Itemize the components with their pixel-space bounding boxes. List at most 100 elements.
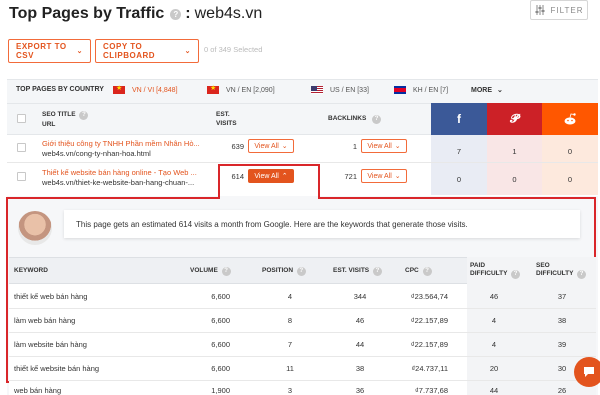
view-all-backlinks-button[interactable]: View All ⌄ (361, 139, 407, 153)
seo-difficulty-value: 39 (557, 340, 567, 349)
keyword-text[interactable]: thiết kế website bán hàng (14, 364, 99, 373)
volume-value: 6,600 (211, 292, 230, 301)
cpc-value: ₫7.737,68 (414, 386, 448, 395)
row-divider (9, 308, 596, 309)
copy-clipboard-button[interactable]: COPY TO CLIPBOARD ⌄ (95, 39, 199, 63)
volume-value: 6,600 (211, 316, 230, 325)
paid-difficulty-value: 46 (489, 292, 499, 301)
column-header-backlinks[interactable]: BACKLINKS ? (328, 114, 382, 124)
page-title-link[interactable]: Giới thiệu công ty TNHH Phần mềm Nhân Hò… (42, 139, 200, 148)
reddit-shares: 0 (542, 163, 598, 195)
vietnam-flag-icon (113, 84, 125, 94)
country-tab-vn-en[interactable]: VN / EN [2,090] (207, 84, 275, 94)
copy-clipboard-label: COPY TO CLIPBOARD (103, 42, 156, 60)
info-icon[interactable]: ? (372, 115, 382, 124)
cpc-value: ₫22.157,89 (410, 316, 448, 325)
page-header: Top Pages by Traffic ? : web4s.vn (9, 4, 262, 24)
page-url[interactable]: web4s.vn/thiet-ke-website-ban-hang-chuan… (42, 178, 194, 187)
country-tab-vn-vi[interactable]: VN / VI [4,848] (113, 84, 178, 94)
chat-widget-button[interactable] (574, 357, 600, 387)
keyword-text[interactable]: làm web bán hàng (14, 316, 75, 325)
column-header-seo-difficulty[interactable]: SEO DIFFICULTY ? (536, 262, 587, 279)
view-all-backlinks-button[interactable]: View All ⌄ (361, 169, 407, 183)
position-value: 8 (287, 316, 293, 325)
column-header-reddit[interactable] (542, 103, 598, 135)
column-header-seo-title[interactable]: SEO TITLE ? URL (42, 110, 89, 129)
row-divider (9, 380, 596, 381)
header-text: DIFFICULTY (536, 270, 574, 277)
chat-icon (584, 367, 594, 377)
info-icon[interactable]: ? (221, 267, 231, 276)
column-header-pinterest[interactable]: 𝓟 (487, 103, 542, 135)
info-icon[interactable]: ? (372, 267, 382, 276)
page-title: Top Pages by Traffic (9, 5, 165, 22)
country-tab-us-en[interactable]: US / EN [33] (311, 86, 369, 94)
chevron-down-icon: ⌄ (394, 143, 401, 150)
filter-label: FILTER (550, 5, 584, 15)
country-tab-label: VN / VI [4,848] (132, 86, 178, 94)
view-all-label: View All (367, 142, 392, 150)
country-tab-label: US / EN [33] (330, 86, 369, 94)
info-icon[interactable]: ? (422, 267, 432, 276)
backlinks-value: 721 (344, 172, 357, 181)
sliders-icon (535, 5, 545, 15)
row-checkbox[interactable] (17, 143, 26, 152)
keyword-text[interactable]: làm website bán hàng (14, 340, 87, 349)
pinterest-icon: 𝓟 (510, 111, 519, 126)
reddit-icon (564, 113, 576, 125)
column-header-cpc[interactable]: CPC ? (405, 267, 432, 276)
seo-difficulty-value: 38 (557, 316, 567, 325)
seo-difficulty-value: 30 (557, 364, 567, 373)
header-text: VOLUME (190, 267, 218, 274)
page-title-link[interactable]: Thiết kế website bán hàng online - Tạo W… (42, 168, 197, 177)
highlight-callout (218, 164, 320, 199)
export-csv-label: EXPORT TO CSV (16, 42, 67, 60)
row-divider (9, 356, 596, 357)
filter-button[interactable]: FILTER (530, 0, 588, 20)
header-text: BACKLINKS (328, 115, 367, 122)
facebook-shares: 0 (431, 163, 487, 195)
column-header-est-visits[interactable]: EST. VISITS (216, 110, 237, 128)
paid-difficulty-value: 4 (491, 316, 497, 325)
page-url[interactable]: web4s.vn/cong-ty-nhan-hoa.html (42, 149, 151, 158)
info-icon[interactable]: ? (511, 270, 521, 279)
visits-value: 38 (355, 364, 365, 373)
header-text: CPC (405, 267, 419, 274)
info-icon[interactable]: ? (296, 267, 306, 276)
visits-value: 36 (355, 386, 365, 395)
backlinks-value: 1 (352, 142, 357, 151)
header-text: EST. (216, 111, 230, 118)
volume-value: 6,600 (211, 364, 230, 373)
chevron-down-icon: ⌄ (184, 48, 191, 55)
visits-value: 44 (355, 340, 365, 349)
export-csv-button[interactable]: EXPORT TO CSV ⌄ (8, 39, 91, 63)
column-header-facebook[interactable]: f (431, 103, 487, 135)
header-text: SEO (536, 262, 550, 269)
keyword-text[interactable]: thiết kế web bán hàng (14, 292, 87, 301)
paid-difficulty-value: 4 (491, 340, 497, 349)
seo-difficulty-value: 26 (557, 386, 567, 395)
column-header-paid-difficulty[interactable]: PAID DIFFICULTY ? (470, 262, 521, 279)
domain-name: web4s.vn (194, 5, 263, 22)
callout-joint (220, 196, 318, 200)
info-icon[interactable]: ? (79, 111, 89, 120)
column-header-est-visits[interactable]: EST. VISITS ? (333, 267, 382, 276)
view-all-label: View All (254, 142, 279, 150)
info-icon[interactable]: ? (577, 270, 587, 279)
info-message: This page gets an estimated 614 visits a… (64, 210, 580, 238)
country-tab-kh-en[interactable]: KH / EN [7] (394, 86, 448, 94)
header-text: VISITS (216, 120, 237, 127)
select-all-checkbox[interactable] (17, 114, 26, 123)
facebook-icon: f (457, 112, 461, 126)
volume-value: 1,900 (211, 386, 230, 395)
more-countries-dropdown[interactable]: MORE ⌄ (471, 86, 503, 95)
column-header-position[interactable]: POSITION ? (262, 267, 306, 276)
view-all-visits-button[interactable]: View All ⌄ (248, 139, 294, 153)
cpc-value: ₫24.737,11 (411, 364, 448, 373)
info-icon[interactable]: ? (170, 8, 182, 20)
row-checkbox[interactable] (17, 172, 26, 181)
column-header-volume[interactable]: VOLUME ? (190, 267, 231, 276)
header-text: PAID (470, 262, 486, 269)
column-header-keyword[interactable]: KEYWORD (14, 267, 48, 275)
keyword-text[interactable]: web bán hàng (14, 386, 61, 395)
